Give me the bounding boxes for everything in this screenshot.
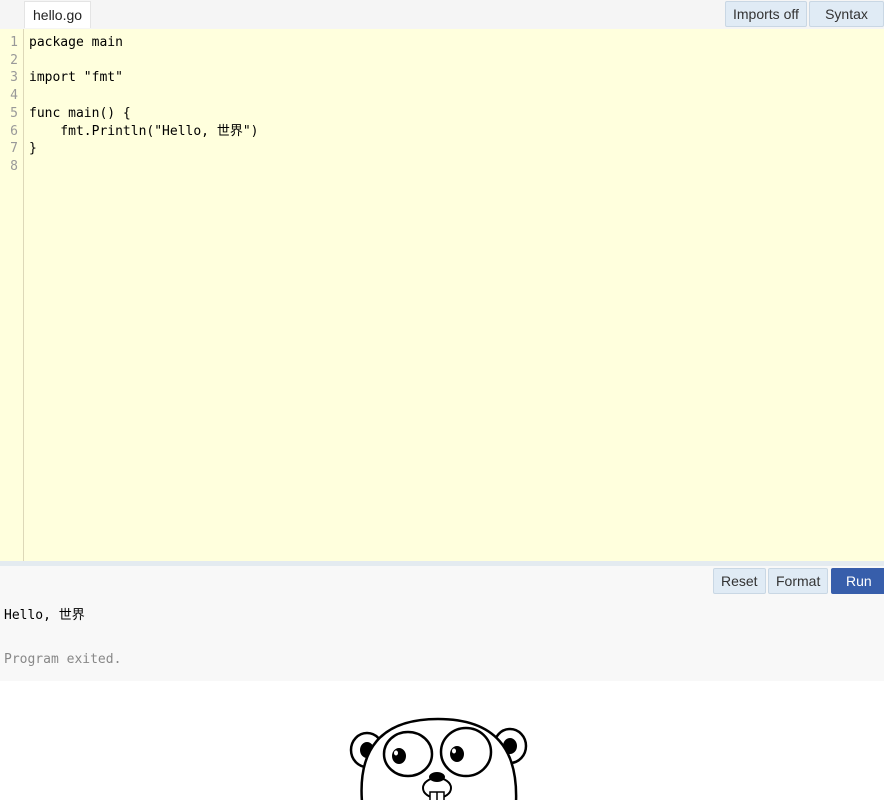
line-number: 8 [10, 158, 18, 174]
reset-button[interactable]: Reset [713, 568, 766, 594]
go-gopher-icon [340, 710, 540, 803]
program-output: Hello, 世界 [4, 608, 85, 623]
code-line[interactable]: func main() { [29, 105, 131, 123]
code-editor[interactable]: 1 2 3 4 5 6 7 8 package main import "fmt… [0, 29, 884, 561]
run-button[interactable]: Run [831, 568, 884, 594]
line-number: 4 [10, 88, 18, 104]
line-number: 3 [10, 70, 18, 86]
output-panel: Reset Format Run Hello, 世界 Program exite… [0, 566, 884, 681]
line-number: 5 [10, 105, 18, 121]
syntax-toggle-button[interactable]: Syntax off [809, 1, 884, 46]
program-status: Program exited. [4, 652, 122, 667]
file-tab-hello-go[interactable]: hello.go [24, 1, 92, 28]
line-number: 2 [10, 52, 18, 68]
code-line[interactable]: package main [29, 34, 123, 52]
imports-toggle-button[interactable]: Imports off [725, 1, 807, 27]
line-number: 7 [10, 141, 18, 157]
line-number-gutter: 1 2 3 4 5 6 7 8 [0, 29, 24, 561]
top-toolbar: hello.go Imports off Syntax off [0, 0, 884, 46]
code-line[interactable]: } [29, 140, 37, 158]
line-number: 1 [10, 35, 18, 50]
line-number: 6 [10, 123, 18, 139]
format-button[interactable]: Format [768, 568, 829, 594]
code-line[interactable]: fmt.Println("Hello, 世界") [29, 123, 258, 141]
code-line[interactable]: import "fmt" [29, 69, 123, 87]
